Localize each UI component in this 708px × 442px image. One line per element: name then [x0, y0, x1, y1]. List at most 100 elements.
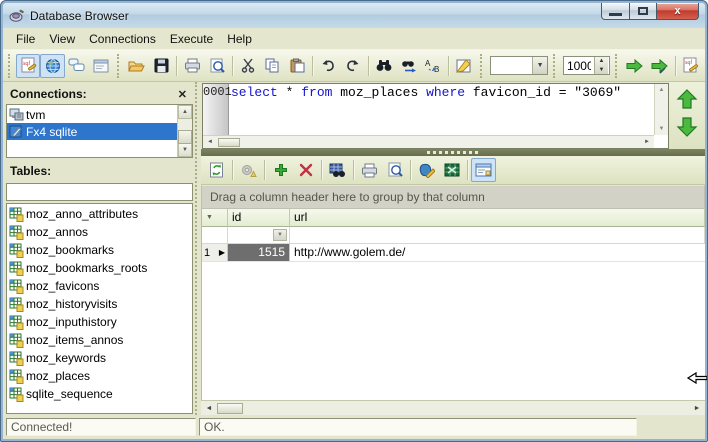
- search-grid-button[interactable]: [325, 158, 350, 182]
- close-connections-button[interactable]: ✕: [174, 88, 191, 101]
- menu-view[interactable]: View: [42, 30, 82, 48]
- sql-horizontal-scrollbar[interactable]: ◄ ►: [203, 135, 654, 148]
- limit-combobox[interactable]: ▼: [490, 56, 549, 75]
- save-button[interactable]: [149, 54, 173, 78]
- filter-cell[interactable]: [202, 227, 228, 243]
- group-by-panel[interactable]: Drag a column header here to group by th…: [201, 185, 705, 209]
- menu-file[interactable]: File: [9, 30, 42, 48]
- scroll-down-icon[interactable]: ▼: [178, 143, 192, 157]
- grid-data-row[interactable]: 1 ▶ 1515 http://www.golem.de/: [202, 244, 705, 262]
- table-item-moz-historyvisits[interactable]: moz_historyvisits: [7, 295, 192, 313]
- print-button[interactable]: [180, 54, 204, 78]
- toggle-form-view-button[interactable]: [471, 158, 496, 182]
- print-preview-button[interactable]: [205, 54, 229, 78]
- comments-button[interactable]: [65, 54, 89, 78]
- cell-id[interactable]: 1515: [228, 244, 290, 261]
- table-item-moz-annos[interactable]: moz_annos: [7, 223, 192, 241]
- toolbar-gripper[interactable]: [615, 54, 620, 78]
- sql-vertical-scrollbar[interactable]: ▲ ▼: [654, 84, 668, 135]
- row-header[interactable]: 1 ▶: [202, 244, 228, 261]
- menu-execute[interactable]: Execute: [163, 30, 220, 48]
- maximize-button[interactable]: [630, 3, 657, 20]
- form-panel-button[interactable]: [89, 54, 113, 78]
- toolbar-gripper[interactable]: [553, 54, 558, 78]
- apply-changes-button[interactable]: [236, 158, 261, 182]
- table-item-moz-inputhistory[interactable]: moz_inputhistory: [7, 313, 192, 331]
- scrollbar-thumb[interactable]: [218, 138, 240, 147]
- find-next-button[interactable]: [396, 54, 420, 78]
- toolbar-gripper[interactable]: [480, 54, 485, 78]
- table-item-moz-items-annos[interactable]: moz_items_annos: [7, 331, 192, 349]
- connections-scrollbar[interactable]: ▲ ▼: [177, 105, 192, 157]
- filter-cell-url[interactable]: [290, 227, 705, 243]
- table-item-moz-bookmarks-roots[interactable]: moz_bookmarks_roots: [7, 259, 192, 277]
- replace-button[interactable]: AB: [421, 54, 445, 78]
- row-limit-input[interactable]: [564, 57, 594, 74]
- spinner-down-icon[interactable]: ▼: [595, 66, 608, 75]
- connection-item-fx4-sqlite[interactable]: Fx4 sqlite: [7, 123, 177, 140]
- filter-cell-id[interactable]: ▼: [228, 227, 290, 243]
- table-item-moz-favicons[interactable]: moz_favicons: [7, 277, 192, 295]
- refresh-button[interactable]: [204, 158, 229, 182]
- sql-editor[interactable]: 0001 select * from moz_places where favi…: [202, 83, 669, 149]
- scrollbar-thumb[interactable]: [217, 403, 243, 414]
- connection-label: Fx4 sqlite: [26, 125, 77, 139]
- menu-help[interactable]: Help: [220, 30, 259, 48]
- scroll-right-icon[interactable]: ►: [640, 139, 654, 145]
- filter-dropdown-icon[interactable]: ▼: [273, 229, 287, 241]
- scroll-up-icon[interactable]: ▲: [178, 105, 192, 119]
- table-item-sqlite-sequence[interactable]: sqlite_sequence: [7, 385, 192, 403]
- find-button[interactable]: [372, 54, 396, 78]
- copy-button[interactable]: [260, 54, 284, 78]
- header-filter-icon[interactable]: ▼: [206, 214, 213, 221]
- titlebar[interactable]: Database Browser x: [3, 3, 705, 28]
- data-browser-toggle-button[interactable]: [40, 54, 64, 78]
- delete-row-button[interactable]: [293, 158, 318, 182]
- close-button[interactable]: x: [657, 3, 699, 20]
- execute-script-button[interactable]: [647, 54, 671, 78]
- open-button[interactable]: [124, 54, 148, 78]
- export-excel-button[interactable]: [439, 158, 464, 182]
- cut-button[interactable]: [236, 54, 260, 78]
- row-limit-spinner[interactable]: ▲ ▼: [563, 56, 610, 75]
- print-results-button[interactable]: [357, 158, 382, 182]
- undo-button[interactable]: [316, 54, 340, 78]
- scroll-left-icon[interactable]: ◄: [203, 139, 217, 145]
- table-item-moz-bookmarks[interactable]: moz_bookmarks: [7, 241, 192, 259]
- history-down-button[interactable]: [676, 116, 698, 138]
- add-row-button[interactable]: [268, 158, 293, 182]
- note-icon: [456, 59, 472, 73]
- connection-item-tvm[interactable]: tvm: [7, 106, 177, 123]
- column-header-url[interactable]: url: [290, 209, 705, 227]
- toolbar-gripper[interactable]: [8, 54, 13, 78]
- scroll-up-icon[interactable]: ▲: [655, 84, 668, 96]
- execute-button[interactable]: [623, 54, 647, 78]
- scroll-down-icon[interactable]: ▼: [655, 123, 668, 135]
- paste-button[interactable]: [285, 54, 309, 78]
- combobox-dropdown-icon[interactable]: ▼: [532, 57, 547, 74]
- new-sql-button[interactable]: sql: [678, 54, 702, 78]
- spinner-buttons[interactable]: ▲ ▼: [594, 57, 608, 74]
- export-data-button[interactable]: [414, 158, 439, 182]
- spinner-up-icon[interactable]: ▲: [595, 57, 608, 66]
- sql-editor-toggle-button[interactable]: sql: [16, 54, 40, 78]
- menu-connections[interactable]: Connections: [82, 30, 163, 48]
- table-item-moz-keywords[interactable]: moz_keywords: [7, 349, 192, 367]
- print-preview-results-button[interactable]: [382, 158, 407, 182]
- column-header-id[interactable]: id: [228, 209, 290, 227]
- table-item-moz-places[interactable]: moz_places: [7, 367, 192, 385]
- scrollbar-thumb[interactable]: [178, 130, 192, 144]
- redo-button[interactable]: [341, 54, 365, 78]
- scroll-right-icon[interactable]: ►: [689, 405, 705, 412]
- table-item-moz-anno-attributes[interactable]: moz_anno_attributes: [7, 205, 192, 223]
- cell-url[interactable]: http://www.golem.de/: [290, 244, 705, 261]
- edit-note-button[interactable]: [452, 54, 476, 78]
- scroll-left-icon[interactable]: ◄: [201, 405, 217, 412]
- grid-corner-button[interactable]: ▼: [202, 209, 228, 227]
- minimize-button[interactable]: [601, 3, 630, 20]
- history-up-button[interactable]: [676, 88, 698, 110]
- toolbar-gripper[interactable]: [117, 54, 122, 78]
- grid-horizontal-scrollbar[interactable]: ◄ ►: [201, 400, 705, 415]
- tables-filter-input[interactable]: [6, 183, 193, 201]
- editor-results-splitter[interactable]: [201, 149, 705, 156]
